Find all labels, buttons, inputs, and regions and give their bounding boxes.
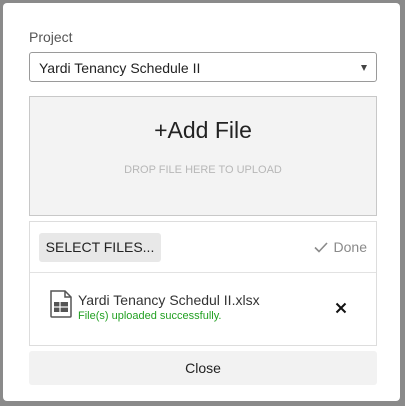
project-select-value: Yardi Tenancy Schedule II	[39, 60, 201, 76]
upload-status: File(s) uploaded successfully.	[78, 310, 222, 322]
file-dropzone[interactable]: +Add File DROP FILE HERE TO UPLOAD	[29, 96, 377, 216]
file-name: Yardi Tenancy Schedul II.xlsx	[78, 292, 260, 308]
files-toolbar: SELECT FILES... Done	[30, 222, 376, 273]
add-file-label: +Add File	[154, 117, 252, 143]
done-label: Done	[333, 239, 367, 255]
project-select[interactable]: Yardi Tenancy Schedule II	[29, 52, 377, 82]
project-label: Project	[29, 29, 73, 45]
close-button[interactable]: Close	[29, 351, 377, 385]
check-icon	[313, 241, 328, 253]
files-panel: SELECT FILES... Done Yardi Tenancy Sched…	[29, 221, 377, 346]
close-icon[interactable]	[335, 302, 347, 314]
spreadsheet-file-icon	[50, 290, 72, 318]
drop-hint: DROP FILE HERE TO UPLOAD	[124, 164, 282, 176]
chevron-down-icon	[361, 65, 367, 71]
select-files-button[interactable]: SELECT FILES...	[39, 233, 161, 262]
done-button[interactable]: Done	[313, 239, 367, 255]
list-item: Yardi Tenancy Schedul II.xlsx File(s) up…	[30, 273, 376, 346]
upload-dialog: Project Yardi Tenancy Schedule II +Add F…	[3, 3, 400, 401]
